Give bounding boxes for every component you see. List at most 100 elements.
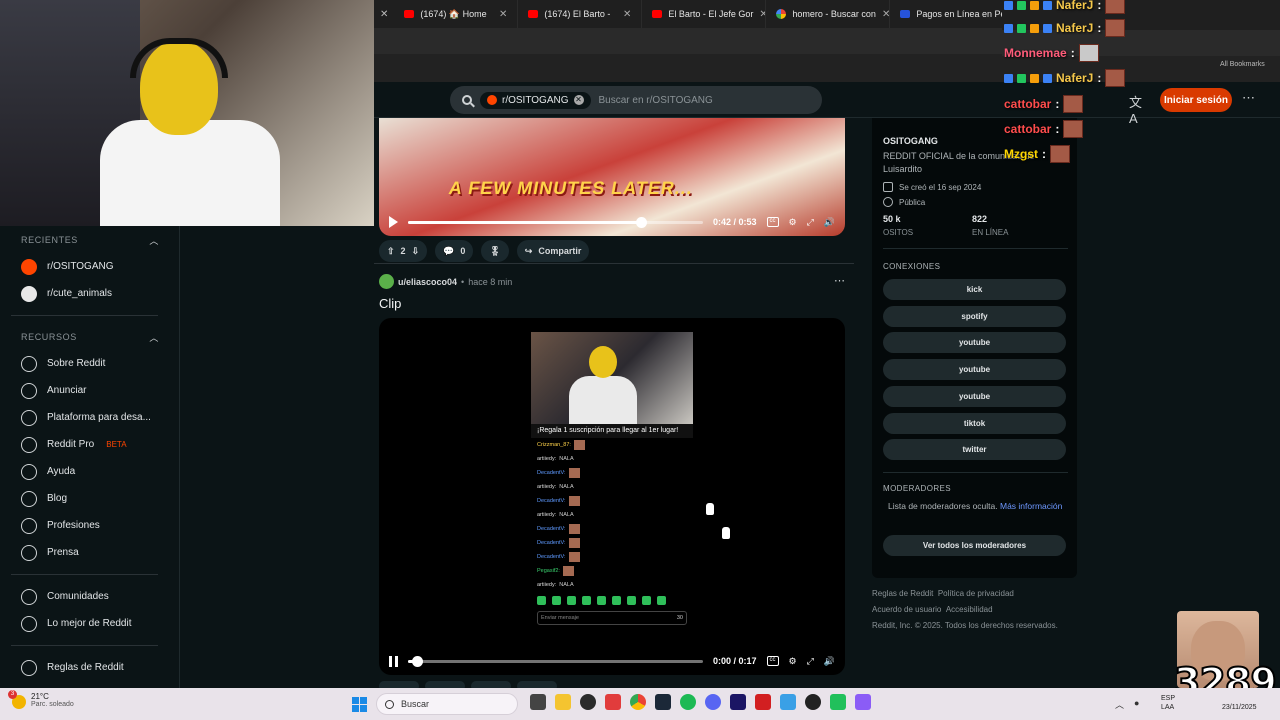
stream-chat-name: cattobar: [1004, 97, 1052, 111]
app-icon[interactable]: [780, 694, 796, 710]
taskbar-search[interactable]: Buscar: [376, 693, 518, 715]
post-video[interactable]: A FEW MINUTES LATER... 0:42 / 0:53 cc ⚙ …: [379, 118, 845, 236]
connection-button[interactable]: tiktok: [883, 412, 1066, 434]
chat-colon: :: [1070, 46, 1075, 60]
pdf-icon[interactable]: [755, 694, 771, 710]
volume-icon[interactable]: 🔊: [824, 656, 835, 667]
browser-tab[interactable]: Pagos en Línea en Pe: [890, 0, 1015, 28]
connection-button[interactable]: youtube: [883, 332, 1066, 354]
recent-heading[interactable]: RECIENTES ︿: [0, 227, 179, 253]
comments-button[interactable]: 💬 0: [435, 240, 474, 262]
captions-icon[interactable]: cc: [766, 656, 779, 666]
close-icon[interactable]: ✕: [374, 9, 394, 20]
weather-widget[interactable]: 21°CParc. soleado: [8, 690, 74, 709]
search-icon: [462, 95, 472, 105]
subreddit-chip[interactable]: r/OSITOGANG ✕: [480, 91, 591, 109]
bookmarks-label[interactable]: All Bookmarks: [1220, 61, 1265, 68]
footer-link-rules[interactable]: Reglas de Reddit: [872, 589, 933, 598]
close-icon[interactable]: ✕: [759, 9, 765, 20]
footer-link-accessibility[interactable]: Accesibilidad: [946, 605, 993, 614]
cursor-icon: [721, 526, 731, 540]
app-icon[interactable]: [830, 694, 846, 710]
chrome-icon[interactable]: [630, 694, 646, 710]
mic-icon[interactable]: ●: [1134, 698, 1139, 711]
connection-button[interactable]: spotify: [883, 305, 1066, 327]
sidebar-item-careers[interactable]: Profesiones: [0, 512, 179, 539]
volume-icon[interactable]: 🔊: [824, 217, 835, 228]
downvote-icon[interactable]: ⇩: [412, 246, 420, 257]
post-title[interactable]: Clip: [379, 296, 401, 311]
connection-button[interactable]: kick: [883, 279, 1066, 300]
windows-start-icon[interactable]: [352, 697, 367, 712]
browser-tab[interactable]: (1674) El Barto - ✕: [518, 0, 643, 28]
pause-icon[interactable]: [389, 655, 398, 667]
captions-icon[interactable]: cc: [766, 217, 779, 227]
video-progress[interactable]: [408, 655, 703, 667]
close-icon[interactable]: ✕: [573, 95, 584, 105]
video-progress[interactable]: [408, 216, 703, 228]
post-video[interactable]: ¡Regala 1 suscripción para llegar al 1er…: [379, 318, 845, 675]
browser-tab[interactable]: El Barto - El Jefe Gor ✕: [642, 0, 767, 28]
play-icon[interactable]: [389, 216, 398, 228]
upvote-icon[interactable]: ⇧: [387, 246, 395, 257]
connection-button[interactable]: youtube: [883, 359, 1066, 381]
sidebar-item-press[interactable]: Prensa: [0, 539, 179, 566]
weather-desc: Parc. soleado: [31, 701, 74, 708]
sidebar-item-communities[interactable]: Comunidades: [0, 583, 179, 610]
footer-link-agreement[interactable]: Acuerdo de usuario: [872, 605, 941, 614]
language-indicator[interactable]: ESP LAA: [1161, 694, 1175, 712]
vote-button[interactable]: ⇧ 2 ⇩: [379, 240, 428, 262]
discord-icon[interactable]: [705, 694, 721, 710]
file-explorer-icon[interactable]: [555, 694, 571, 710]
sidebar-item-rules[interactable]: Reglas de Reddit: [0, 654, 179, 681]
steam-icon[interactable]: [655, 694, 671, 710]
video-progress-knob[interactable]: [636, 216, 647, 228]
taskbar-apps: [530, 694, 871, 710]
share-button[interactable]: ↪ Compartir: [516, 240, 590, 262]
sidebar-item-label: Ayuda: [47, 466, 76, 477]
sidebar-item-developer-platform[interactable]: Plataforma para desa...: [0, 404, 179, 431]
fullscreen-icon[interactable]: ⤢: [807, 656, 814, 667]
sidebar-item-best-of[interactable]: Lo mejor de Reddit: [0, 610, 179, 637]
sidebar-item-help[interactable]: Ayuda: [0, 458, 179, 485]
app-icon[interactable]: [855, 694, 871, 710]
sidebar-item-reddit-pro[interactable]: Reddit Pro BETA: [0, 431, 179, 458]
chevron-up-icon[interactable]: ︿: [1115, 698, 1124, 711]
app-icon[interactable]: [605, 694, 621, 710]
browser-tab[interactable]: homero - Buscar con ✕: [766, 0, 891, 28]
share-label: Compartir: [538, 246, 582, 256]
spotify-icon[interactable]: [680, 694, 696, 710]
award-button[interactable]: 🎖: [481, 240, 509, 262]
footer-link-privacy[interactable]: Política de privacidad: [938, 589, 1014, 598]
premiere-icon[interactable]: [730, 694, 746, 710]
app-icon[interactable]: [580, 694, 596, 710]
close-icon[interactable]: ✕: [882, 9, 889, 20]
connection-button[interactable]: twitter: [883, 439, 1066, 461]
close-icon[interactable]: ✕: [499, 9, 507, 20]
gear-icon[interactable]: ⚙: [789, 656, 797, 667]
close-icon[interactable]: ✕: [623, 9, 631, 20]
sidebar-item-about[interactable]: Sobre Reddit: [0, 350, 179, 377]
connection-button[interactable]: youtube: [883, 385, 1066, 407]
beta-badge: BETA: [106, 440, 127, 449]
more-icon[interactable]: ⋯: [834, 274, 845, 287]
clock[interactable]: 23/11/2025: [1222, 694, 1257, 712]
video-progress-knob[interactable]: [411, 655, 423, 667]
taskview-icon[interactable]: [530, 694, 546, 710]
search-input[interactable]: r/OSITOGANG ✕ Buscar en r/OSITOGANG: [450, 86, 822, 114]
vote-count: 2: [400, 246, 406, 256]
sidebar-item-blog[interactable]: Blog: [0, 485, 179, 512]
sidebar-item-cute-animals[interactable]: r/cute_animals: [0, 280, 179, 307]
sidebar-item-advertise[interactable]: Anunciar: [0, 377, 179, 404]
sidebar-item-ositogang[interactable]: r/OSITOGANG: [0, 253, 179, 280]
post-author[interactable]: u/eliascoco04: [398, 277, 457, 287]
more-info-link[interactable]: Más información: [1000, 501, 1062, 511]
fullscreen-icon[interactable]: ⤢: [807, 217, 814, 228]
obs-icon[interactable]: [805, 694, 821, 710]
resources-heading[interactable]: RECURSOS ︿: [0, 324, 179, 350]
browser-tab[interactable]: (1674) 🏠 Home ✕: [394, 0, 519, 28]
avatar[interactable]: [379, 274, 394, 289]
view-all-moderators-button[interactable]: Ver todos los moderadores: [883, 535, 1066, 556]
gear-icon[interactable]: ⚙: [789, 217, 797, 228]
chevron-up-icon: ︿: [149, 235, 159, 246]
